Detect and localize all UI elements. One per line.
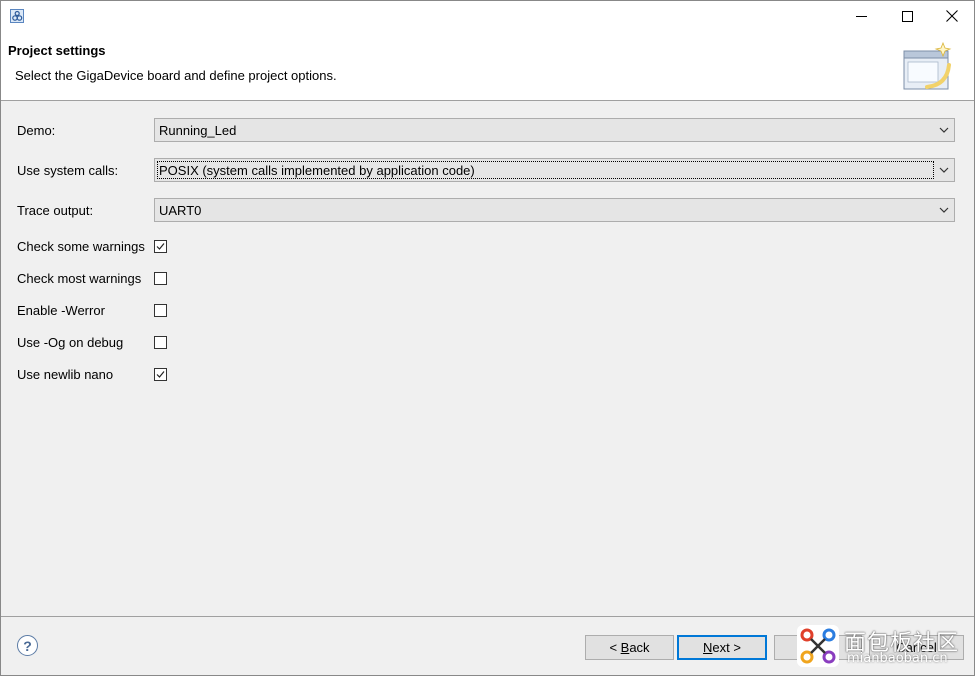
wizard-banner-icon (903, 41, 952, 90)
dialog-window: Project settings Select the GigaDevice b… (0, 0, 975, 676)
mianbaoban-logo-icon (797, 625, 839, 667)
gigadevice-app-icon (10, 9, 24, 23)
use-newlib-nano-checkbox[interactable] (154, 368, 167, 381)
system-calls-select[interactable]: POSIX (system calls implemented by appli… (154, 158, 955, 182)
use-og-debug-checkbox[interactable] (154, 336, 167, 349)
minimize-button[interactable] (838, 1, 884, 31)
help-icon: ? (23, 637, 32, 654)
system-calls-select-value: POSIX (system calls implemented by appli… (159, 163, 475, 178)
watermark: 面包板社区 mianbaoban.cn (797, 623, 972, 669)
demo-select[interactable]: Running_Led (154, 118, 955, 142)
close-icon (946, 10, 958, 22)
next-button-label: ext > (712, 640, 741, 655)
back-button-mnemonic: B (620, 640, 630, 655)
checkmark-icon (156, 243, 165, 250)
trace-output-select-value: UART0 (159, 203, 202, 218)
use-og-debug-label: Use -Og on debug (17, 335, 124, 350)
chevron-down-icon (939, 207, 949, 213)
check-most-warnings-label: Check most warnings (17, 271, 142, 286)
demo-label: Demo: (17, 123, 56, 138)
title-bar[interactable] (1, 1, 974, 31)
check-some-warnings-checkbox[interactable] (154, 240, 167, 253)
trace-output-label: Trace output: (17, 203, 94, 218)
next-button[interactable]: Next > (677, 635, 767, 660)
footer-divider (1, 616, 974, 617)
close-button[interactable] (929, 1, 975, 31)
page-title: Project settings (8, 43, 106, 58)
watermark-url: mianbaoban.cn (847, 651, 948, 666)
back-button-prefix: < (609, 640, 621, 655)
use-newlib-nano-label: Use newlib nano (17, 367, 114, 382)
back-button[interactable]: < Back (585, 635, 674, 660)
enable-werror-checkbox[interactable] (154, 304, 167, 317)
check-most-warnings-checkbox[interactable] (154, 272, 167, 285)
next-button-mnemonic: N (703, 640, 713, 655)
trace-output-select[interactable]: UART0 (154, 198, 955, 222)
maximize-button[interactable] (884, 1, 930, 31)
demo-select-value: Running_Led (159, 123, 237, 138)
wizard-header: Project settings Select the GigaDevice b… (1, 31, 974, 101)
system-calls-label: Use system calls: (17, 163, 119, 178)
checkmark-icon (156, 371, 165, 378)
enable-werror-label: Enable -Werror (17, 303, 105, 318)
page-description: Select the GigaDevice board and define p… (15, 68, 337, 83)
check-some-warnings-label: Check some warnings (17, 239, 145, 254)
chevron-down-icon (939, 167, 949, 173)
back-button-label: ack (629, 640, 650, 655)
help-button[interactable]: ? (17, 635, 38, 656)
minimize-icon (855, 15, 867, 17)
maximize-icon (901, 10, 913, 22)
chevron-down-icon (939, 127, 949, 133)
